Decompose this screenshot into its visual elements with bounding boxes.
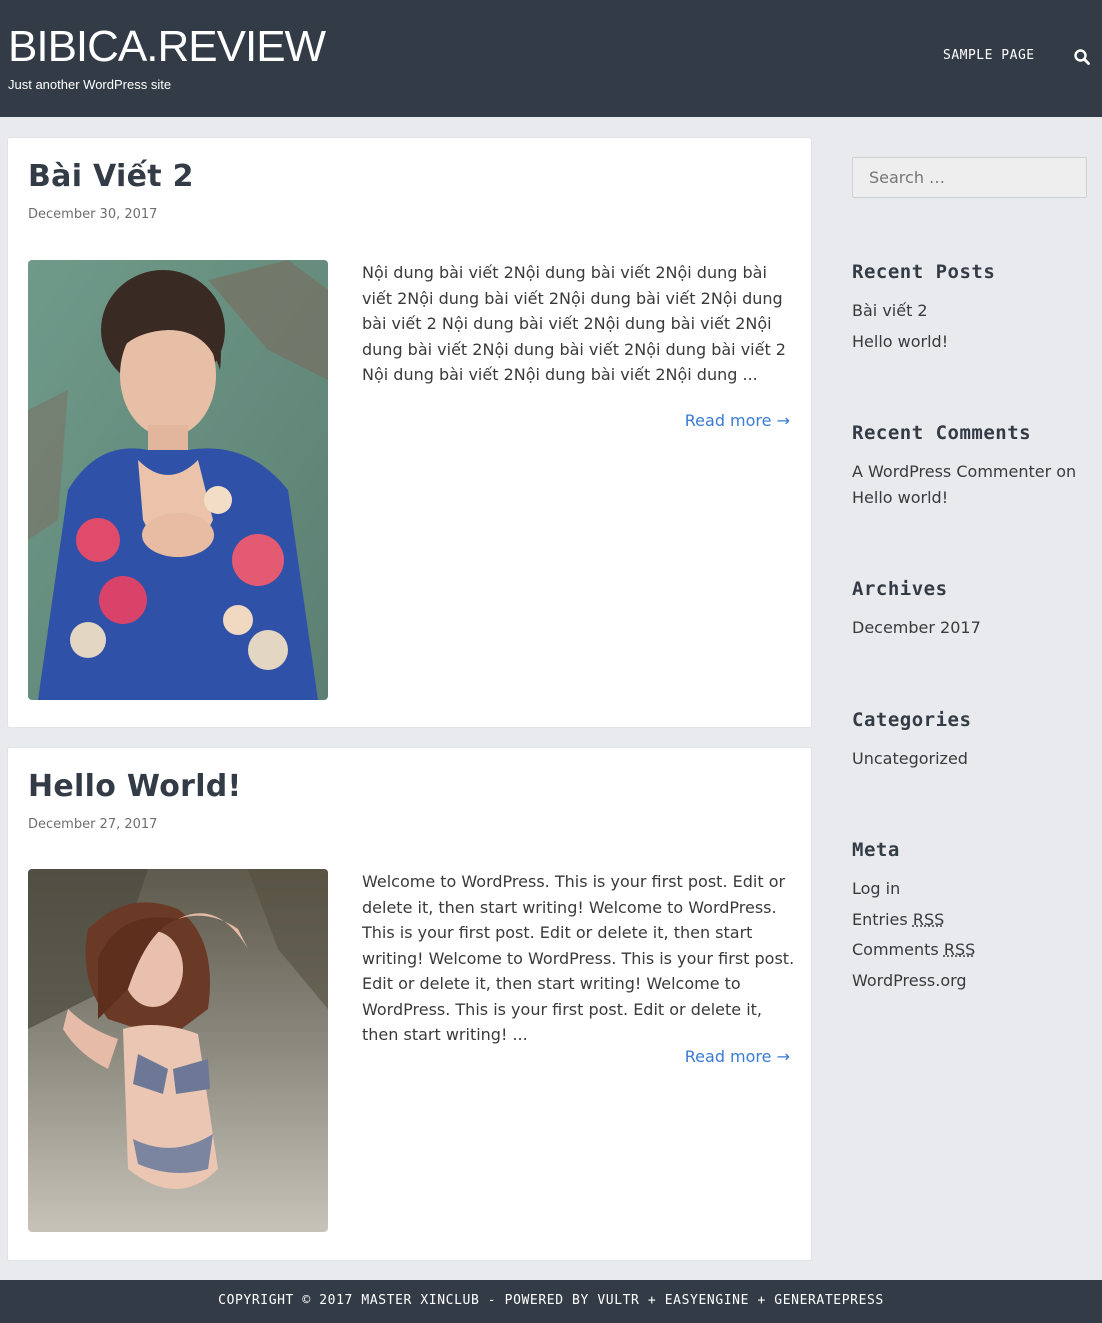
post-excerpt: Welcome to WordPress. This is your first… [362, 872, 795, 1044]
rss-abbr: RSS [912, 910, 945, 929]
widget-title-meta: Meta [852, 839, 900, 861]
rss-abbr: RSS [943, 940, 976, 959]
widget-title-recent-comments: Recent Comments [852, 422, 1032, 444]
search-icon[interactable] [1073, 48, 1091, 66]
read-more-link[interactable]: Read more → [362, 411, 790, 430]
post-date[interactable]: December 30, 2017 [28, 207, 157, 222]
meta-wordpress-org-link[interactable]: WordPress.org [852, 968, 967, 994]
post-article: Bài Viết 2 December 30, 2017 Nội dung bà… [7, 137, 812, 728]
post-excerpt: Nội dung bài viết 2Nội dung bài viết 2Nộ… [362, 263, 786, 384]
post-title[interactable]: Hello World! [28, 768, 242, 806]
category-link[interactable]: Uncategorized [852, 746, 968, 772]
site-title-link[interactable]: BIBICA.REVIEW [8, 22, 326, 72]
post-thumbnail[interactable] [28, 869, 328, 1232]
meta-login-link[interactable]: Log in [852, 876, 900, 902]
comment-post-link[interactable]: Hello world! [852, 488, 948, 507]
comment-on-text: on [1056, 462, 1077, 481]
recent-post-link[interactable]: Bài viết 2 [852, 298, 928, 324]
meta-entries-rss-link[interactable]: Entries RSS [852, 907, 944, 933]
read-more-link[interactable]: Read more → [362, 1047, 790, 1066]
recent-post-link[interactable]: Hello world! [852, 329, 948, 355]
post-title[interactable]: Bài Viết 2 [28, 158, 194, 196]
site-tagline: Just another WordPress site [8, 77, 172, 92]
post-article: Hello World! December 27, 2017 Welcome t… [7, 747, 812, 1261]
comments-label: Comments [852, 940, 939, 959]
post-date[interactable]: December 27, 2017 [28, 817, 157, 832]
meta-comments-rss-link[interactable]: Comments RSS [852, 937, 975, 963]
footer-copyright: COPYRIGHT © 2017 MASTER XINCLUB - POWERE… [218, 1293, 884, 1308]
nav-item-sample-page[interactable]: SAMPLE PAGE [943, 48, 1035, 63]
recent-comment-item: A WordPress Commenter on Hello world! [852, 459, 1088, 511]
comment-author-link[interactable]: A WordPress Commenter [852, 462, 1051, 481]
widget-title-categories: Categories [852, 709, 972, 731]
site-header: BIBICA.REVIEW Just another WordPress sit… [0, 0, 1102, 117]
post-thumbnail[interactable] [28, 260, 328, 700]
archive-link[interactable]: December 2017 [852, 615, 981, 641]
widget-title-archives: Archives [852, 578, 948, 600]
widget-title-recent-posts: Recent Posts [852, 261, 996, 283]
search-input[interactable] [852, 157, 1087, 198]
entries-label: Entries [852, 910, 908, 929]
site-footer: COPYRIGHT © 2017 MASTER XINCLUB - POWERE… [0, 1280, 1102, 1323]
